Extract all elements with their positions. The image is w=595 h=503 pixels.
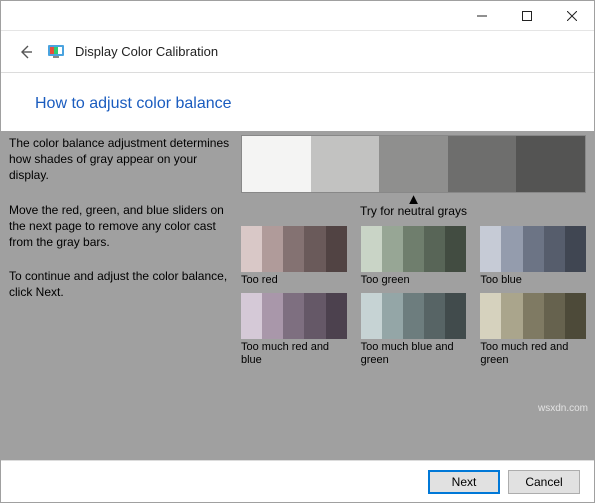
cast-swatch xyxy=(241,226,262,272)
cast-swatch xyxy=(403,293,424,339)
cast-swatch-row xyxy=(241,293,347,339)
cast-swatch xyxy=(304,293,325,339)
neutral-swatch xyxy=(242,136,311,192)
cast-swatch xyxy=(424,293,445,339)
cast-swatch xyxy=(523,293,544,339)
cast-swatch xyxy=(304,226,325,272)
neutral-gray-bar xyxy=(241,135,586,193)
cast-item: Too blue xyxy=(480,226,586,287)
cast-swatch xyxy=(241,293,262,339)
cast-item: Too much red and green xyxy=(480,293,586,367)
heading-zone: How to adjust color balance xyxy=(1,73,594,131)
app-title: Display Color Calibration xyxy=(75,44,218,59)
cast-label: Too much red and green xyxy=(480,341,586,367)
cast-label: Too blue xyxy=(480,274,586,287)
cast-swatch xyxy=(382,293,403,339)
cast-swatch-row xyxy=(361,226,467,272)
cast-item: Too red xyxy=(241,226,347,287)
cast-swatch xyxy=(523,226,544,272)
cancel-button[interactable]: Cancel xyxy=(508,470,580,494)
cast-swatch xyxy=(262,226,283,272)
cast-item: Too much blue and green xyxy=(361,293,467,367)
neutral-swatch xyxy=(448,136,517,192)
cast-item: Too much red and blue xyxy=(241,293,347,367)
wizard-header: Display Color Calibration xyxy=(1,31,594,73)
cast-swatch xyxy=(565,226,586,272)
cast-swatch xyxy=(382,226,403,272)
cast-swatch xyxy=(480,293,501,339)
cast-swatch-row xyxy=(480,226,586,272)
cast-swatch xyxy=(445,226,466,272)
cast-label: Too much blue and green xyxy=(361,341,467,367)
neutral-hint-label: Try for neutral grays xyxy=(360,204,467,218)
cast-swatch xyxy=(326,293,347,339)
cast-swatch-row xyxy=(361,293,467,339)
cast-swatch xyxy=(544,226,565,272)
cast-swatch-row xyxy=(480,293,586,339)
cast-item: Too green xyxy=(361,226,467,287)
cast-swatch xyxy=(565,293,586,339)
minimize-button[interactable] xyxy=(459,1,504,30)
back-button[interactable] xyxy=(15,41,37,63)
cast-label: Too much red and blue xyxy=(241,341,347,367)
cast-swatch xyxy=(445,293,466,339)
neutral-swatch xyxy=(379,136,448,192)
page-heading: How to adjust color balance xyxy=(35,95,594,113)
instruction-column: The color balance adjustment determines … xyxy=(1,131,241,456)
wizard-footer: Next Cancel xyxy=(1,460,594,502)
cast-swatch xyxy=(424,226,445,272)
close-button[interactable] xyxy=(549,1,594,30)
cast-swatch xyxy=(544,293,565,339)
cast-swatch xyxy=(262,293,283,339)
cast-swatch xyxy=(361,293,382,339)
maximize-button[interactable] xyxy=(504,1,549,30)
instruction-para-1: The color balance adjustment determines … xyxy=(9,135,231,184)
color-cast-grid: Too red Too green Too blue Too much red and… xyxy=(241,226,586,368)
cast-swatch xyxy=(283,226,304,272)
neutral-swatch xyxy=(516,136,585,192)
neutral-swatch xyxy=(311,136,380,192)
cast-swatch xyxy=(283,293,304,339)
instruction-para-2: Move the red, green, and blue sliders on… xyxy=(9,202,231,251)
cast-label: Too green xyxy=(361,274,467,287)
cast-swatch xyxy=(403,226,424,272)
graphics-column: ▲ Try for neutral grays Too red Too green… xyxy=(241,131,594,456)
cast-swatch xyxy=(501,293,522,339)
cast-label: Too red xyxy=(241,274,347,287)
app-icon xyxy=(47,43,65,61)
cast-swatch xyxy=(501,226,522,272)
next-button[interactable]: Next xyxy=(428,470,500,494)
window-titlebar xyxy=(1,1,594,31)
neutral-hint: ▲ Try for neutral grays xyxy=(241,195,586,218)
body-zone: The color balance adjustment determines … xyxy=(1,131,594,456)
instruction-para-3: To continue and adjust the color balance… xyxy=(9,268,231,300)
cast-swatch-row xyxy=(241,226,347,272)
cast-swatch xyxy=(480,226,501,272)
cast-swatch xyxy=(326,226,347,272)
wizard-content: How to adjust color balance The color ba… xyxy=(1,73,594,460)
cast-swatch xyxy=(361,226,382,272)
up-arrow-icon: ▲ xyxy=(241,195,586,204)
